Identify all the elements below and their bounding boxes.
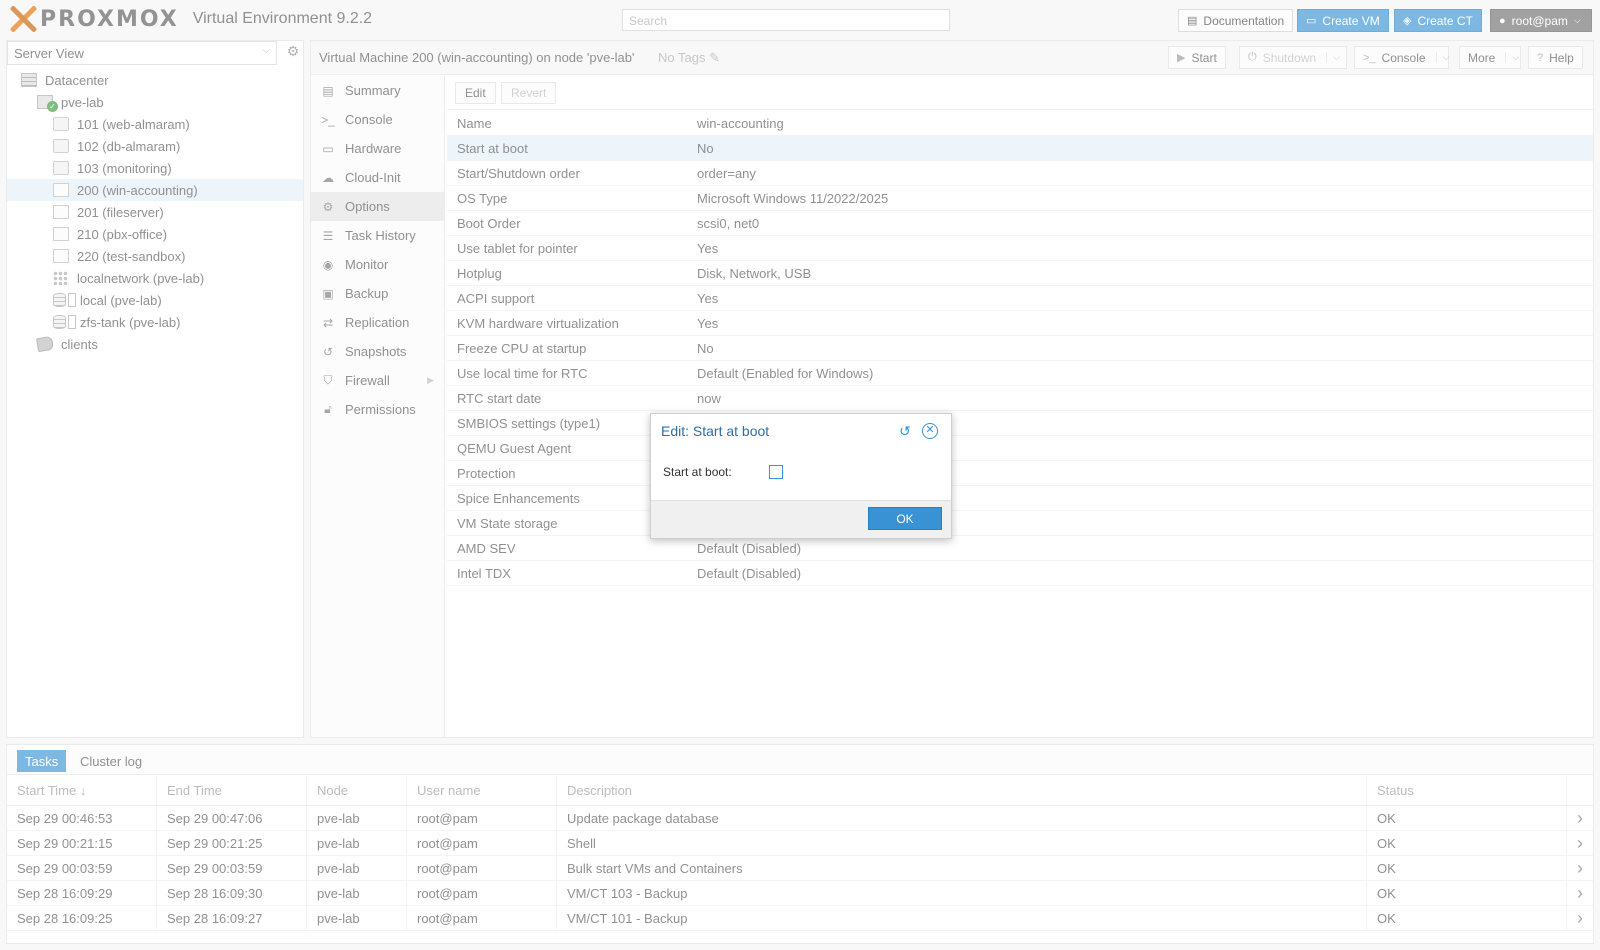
dialog-footer: OK bbox=[651, 500, 951, 538]
dialog-title: Edit: Start at boot bbox=[661, 423, 770, 439]
start-at-boot-label: Start at boot: bbox=[663, 465, 732, 479]
edit-start-at-boot-dialog: Edit: Start at boot ↺ ✕ Start at boot: O… bbox=[650, 413, 952, 539]
dialog-body: Start at boot: bbox=[651, 450, 951, 500]
start-at-boot-checkbox[interactable] bbox=[769, 465, 783, 479]
reset-icon[interactable]: ↺ bbox=[897, 423, 913, 439]
close-icon[interactable]: ✕ bbox=[922, 423, 938, 439]
ok-button[interactable]: OK bbox=[868, 507, 942, 530]
